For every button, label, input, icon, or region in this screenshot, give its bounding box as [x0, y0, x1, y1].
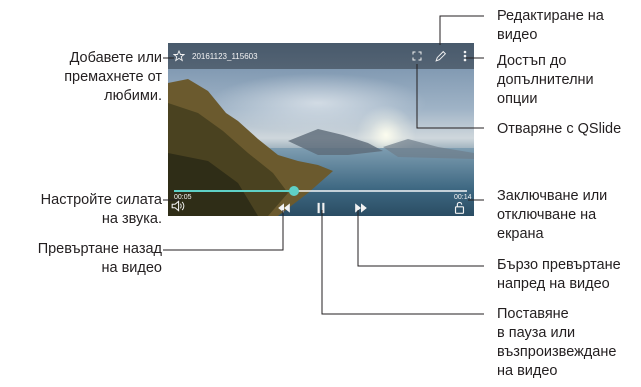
callout-leader-lines [163, 15, 484, 315]
